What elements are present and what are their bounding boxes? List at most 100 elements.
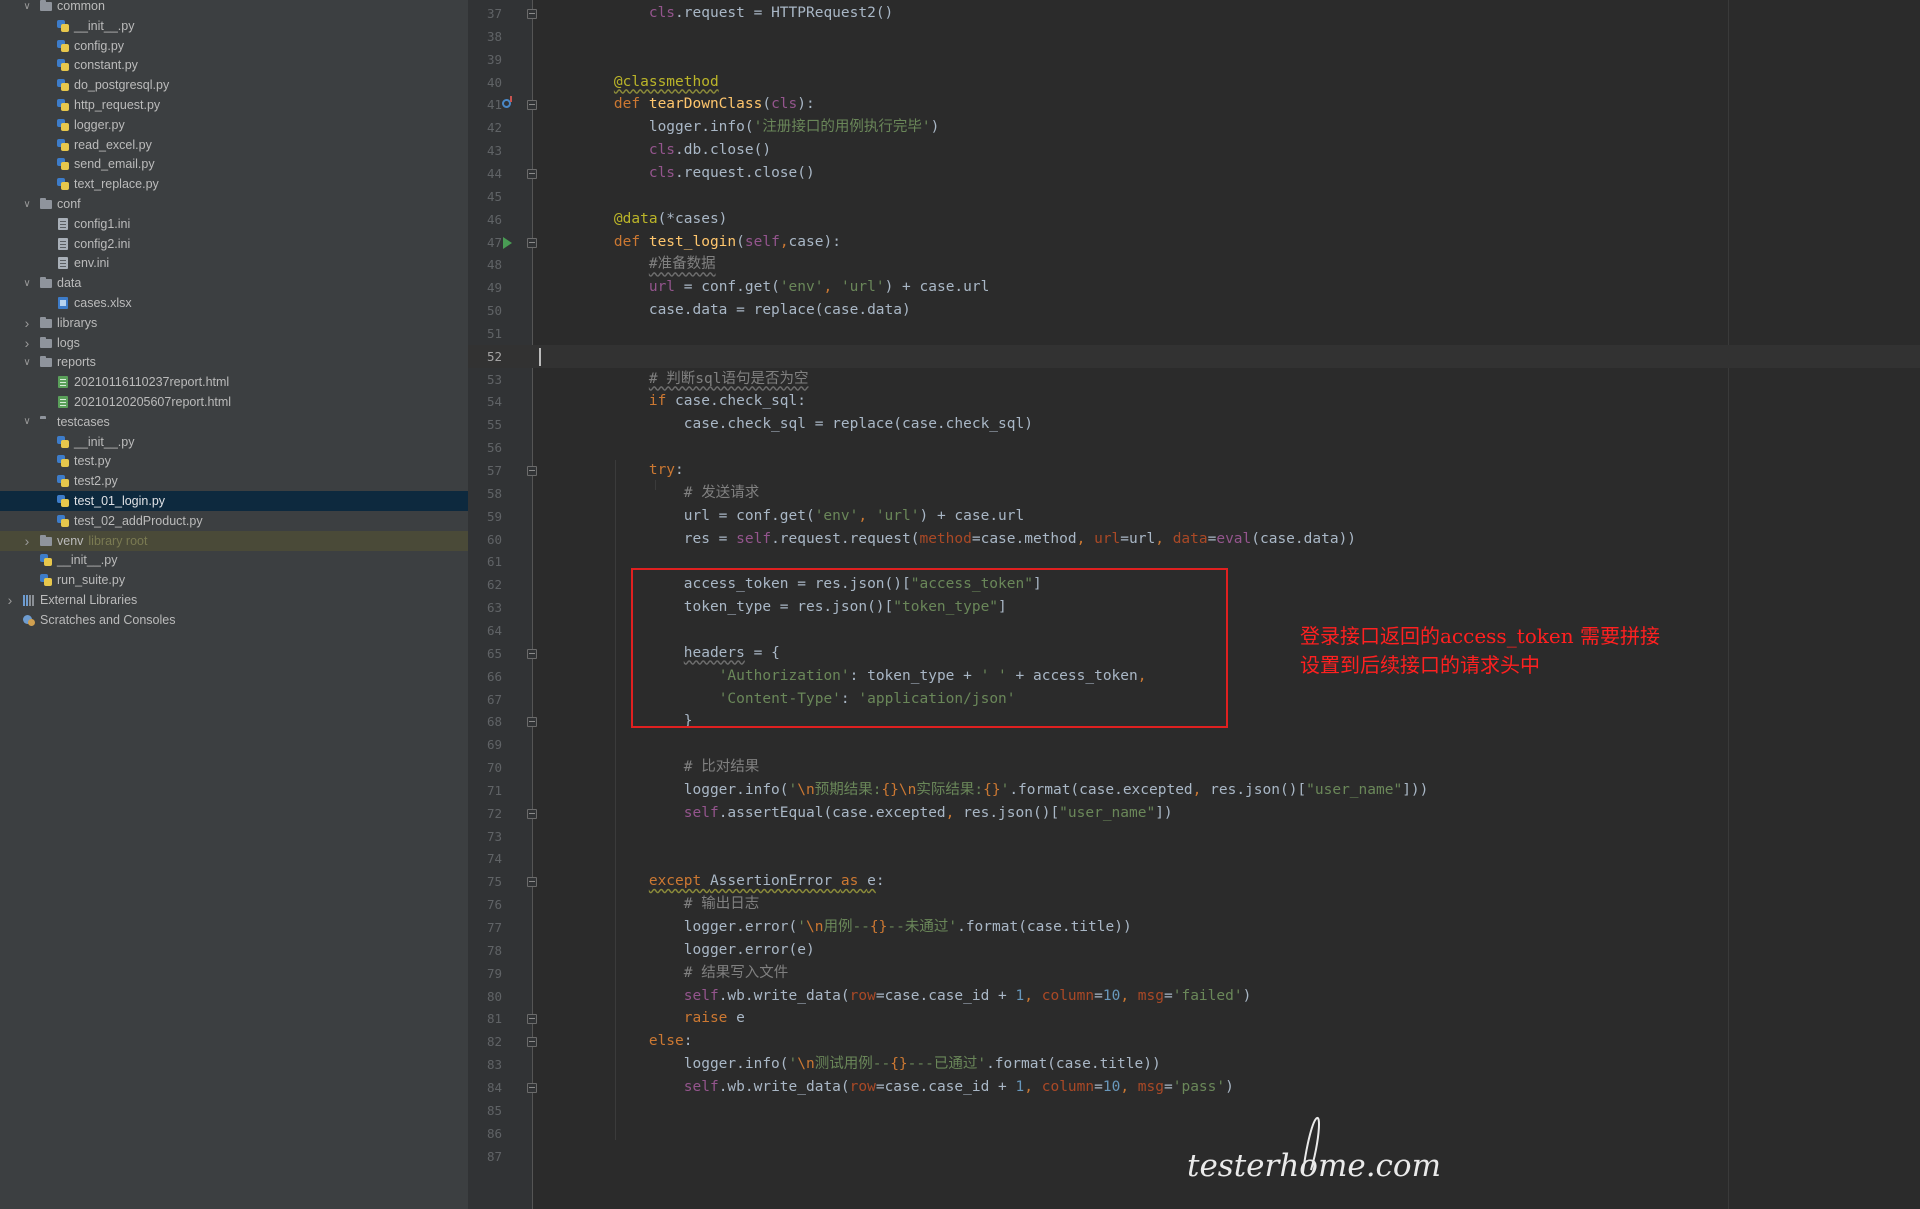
- tree-item[interactable]: 20210120205607report.html: [0, 392, 468, 412]
- chevron-right-icon[interactable]: ›: [21, 315, 33, 331]
- code-line[interactable]: 71 logger.info('\n预期结果:{}\n实际结果:{}'.form…: [468, 779, 1920, 802]
- tree-item[interactable]: ∨ conf: [0, 194, 468, 214]
- code-line[interactable]: 54 if case.check_sql:: [468, 390, 1920, 413]
- tree-item[interactable]: env.ini: [0, 253, 468, 273]
- code-line[interactable]: 84 self.wb.write_data(row=case.case_id +…: [468, 1076, 1920, 1099]
- tree-item[interactable]: config.py: [0, 36, 468, 56]
- override-method-icon[interactable]: [502, 96, 512, 109]
- tree-item[interactable]: test.py: [0, 451, 468, 471]
- tree-item[interactable]: ∨ testcases: [0, 412, 468, 432]
- code-line[interactable]: 77 logger.error('\n用例--{}--未通过'.format(c…: [468, 916, 1920, 939]
- code-token: ,: [1076, 530, 1095, 547]
- fold-icon[interactable]: [527, 1014, 537, 1025]
- tree-item[interactable]: __init__.py: [0, 432, 468, 452]
- tree-item[interactable]: test_01_login.py: [0, 491, 468, 511]
- code-line[interactable]: 79 # 结果写入文件: [468, 962, 1920, 985]
- tree-item[interactable]: config1.ini: [0, 214, 468, 234]
- code-line[interactable]: 73: [468, 825, 1920, 848]
- tree-item[interactable]: test_02_addProduct.py: [0, 511, 468, 531]
- code-line[interactable]: 59 url = conf.get('env', 'url') + case.u…: [468, 505, 1920, 528]
- code-line[interactable]: 51: [468, 322, 1920, 345]
- fold-icon[interactable]: [527, 877, 537, 888]
- tree-item[interactable]: 20210116110237report.html: [0, 372, 468, 392]
- tree-item[interactable]: constant.py: [0, 55, 468, 75]
- fold-icon[interactable]: [527, 808, 537, 819]
- code-line[interactable]: 48 #准备数据: [468, 253, 1920, 276]
- tree-item[interactable]: › External Libraries: [0, 590, 468, 610]
- tree-item[interactable]: text_replace.py: [0, 174, 468, 194]
- code-line[interactable]: 82 else:: [468, 1030, 1920, 1053]
- code-line[interactable]: 80 self.wb.write_data(row=case.case_id +…: [468, 985, 1920, 1008]
- chevron-down-icon[interactable]: ∨: [21, 197, 33, 211]
- code-line[interactable]: 58 # 发送请求: [468, 482, 1920, 505]
- code-line[interactable]: 78 logger.error(e): [468, 939, 1920, 962]
- chevron-right-icon[interactable]: ›: [4, 592, 16, 608]
- tree-item[interactable]: __init__.py: [0, 16, 468, 36]
- fold-icon[interactable]: [527, 9, 537, 19]
- code-line[interactable]: 47 def test_login(self,case):: [468, 231, 1920, 254]
- tree-item[interactable]: ∨ data: [0, 273, 468, 293]
- code-line[interactable]: 50 case.data = replace(case.data): [468, 299, 1920, 322]
- code-line[interactable]: 56: [468, 436, 1920, 459]
- tree-item[interactable]: Scratches and Consoles: [0, 610, 468, 630]
- fold-icon[interactable]: [527, 237, 537, 248]
- chevron-down-icon[interactable]: ∨: [21, 276, 33, 290]
- code-line[interactable]: 38: [468, 25, 1920, 48]
- code-line[interactable]: 53 # 判断sql语句是否为空: [468, 368, 1920, 391]
- code-line[interactable]: 60 res = self.request.request(method=cas…: [468, 528, 1920, 551]
- code-line[interactable]: 49 url = conf.get('env', 'url') + case.u…: [468, 276, 1920, 299]
- fold-icon[interactable]: [527, 1082, 537, 1093]
- tree-item[interactable]: send_email.py: [0, 154, 468, 174]
- code-line[interactable]: 52: [468, 344, 1920, 368]
- code-line[interactable]: 43 cls.db.close(): [468, 139, 1920, 162]
- code-line[interactable]: 75 except AssertionError as e:: [468, 870, 1920, 893]
- run-test-icon[interactable]: [503, 236, 512, 249]
- code-line[interactable]: 46 @data(*cases): [468, 208, 1920, 231]
- tree-item[interactable]: ∨ reports: [0, 352, 468, 372]
- code-editor[interactable]: 37 cls.request = HTTPRequest2() 38 39 40 @c…: [468, 0, 1920, 1209]
- chevron-right-icon[interactable]: ›: [21, 335, 33, 351]
- fold-icon[interactable]: [527, 648, 537, 659]
- code-line[interactable]: 76 # 输出日志: [468, 893, 1920, 916]
- fold-icon[interactable]: [527, 100, 537, 111]
- code-line[interactable]: 74: [468, 847, 1920, 870]
- code-line[interactable]: 45: [468, 185, 1920, 208]
- chevron-down-icon[interactable]: ∨: [21, 0, 33, 13]
- code-line[interactable]: 69: [468, 733, 1920, 756]
- code-line[interactable]: 55 case.check_sql = replace(case.check_s…: [468, 413, 1920, 436]
- chevron-right-icon[interactable]: ›: [21, 533, 33, 549]
- code-line[interactable]: 70 # 比对结果: [468, 756, 1920, 779]
- code-line[interactable]: 40 @classmethod: [468, 71, 1920, 94]
- code-line[interactable]: 41 def tearDownClass(cls):: [468, 93, 1920, 116]
- fold-icon[interactable]: [527, 717, 537, 728]
- fold-icon[interactable]: [527, 1037, 537, 1048]
- code-line[interactable]: 44 cls.request.close(): [468, 162, 1920, 185]
- tree-item[interactable]: cases.xlsx: [0, 293, 468, 313]
- code-token: {}: [869, 919, 888, 935]
- chevron-down-icon[interactable]: ∨: [21, 415, 33, 429]
- project-tree[interactable]: ∨ common __init__.py config.py constant.py do…: [0, 0, 468, 1209]
- code-line[interactable]: 81 raise e: [468, 1007, 1920, 1030]
- fold-icon[interactable]: [527, 466, 537, 476]
- tree-item[interactable]: test2.py: [0, 471, 468, 491]
- tree-item[interactable]: run_suite.py: [0, 570, 468, 590]
- tree-item[interactable]: › librarys: [0, 313, 468, 333]
- code-line[interactable]: 72 self.assertEqual(case.excepted, res.j…: [468, 802, 1920, 825]
- tree-item[interactable]: __init__.py: [0, 550, 468, 570]
- fold-icon[interactable]: [527, 168, 537, 179]
- tree-item[interactable]: › logs: [0, 333, 468, 353]
- code-line[interactable]: 42 logger.info('注册接口的用例执行完毕'): [468, 116, 1920, 139]
- tree-item[interactable]: › venv library root: [0, 530, 468, 551]
- code-line[interactable]: 39: [468, 48, 1920, 71]
- code-line[interactable]: 83 logger.info('\n测试用例--{}---已通过'.format…: [468, 1053, 1920, 1076]
- tree-item[interactable]: do_postgresql.py: [0, 75, 468, 95]
- code-line[interactable]: 37 cls.request = HTTPRequest2(): [468, 2, 1920, 25]
- tree-item[interactable]: logger.py: [0, 115, 468, 135]
- tree-item[interactable]: http_request.py: [0, 95, 468, 115]
- tree-item[interactable]: read_excel.py: [0, 135, 468, 155]
- tree-item[interactable]: ∨ common: [0, 0, 468, 16]
- code-line[interactable]: 57 try:: [468, 459, 1920, 482]
- tree-item[interactable]: config2.ini: [0, 234, 468, 254]
- chevron-down-icon[interactable]: ∨: [21, 355, 33, 369]
